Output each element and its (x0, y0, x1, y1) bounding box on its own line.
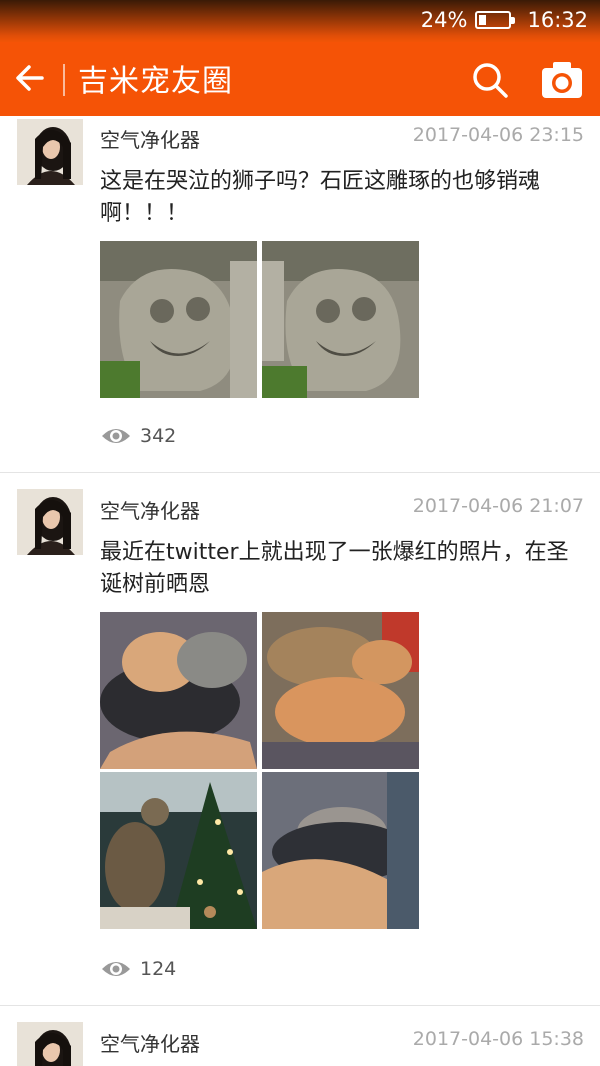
avatar[interactable] (17, 119, 83, 185)
avatar[interactable] (17, 1022, 83, 1066)
cat-photo[interactable] (100, 772, 257, 929)
battery-percent: 24% (420, 8, 468, 32)
stone-lion-photo[interactable] (100, 241, 257, 398)
view-count-value: 124 (140, 958, 177, 980)
view-count-value: 342 (140, 425, 177, 447)
avatar[interactable] (17, 489, 83, 555)
back-arrow-icon[interactable] (12, 60, 48, 96)
post-item[interactable]: 空气净化器 2017-04-06 21:07 最近在twitter上就出现了一张… (0, 473, 600, 1006)
status-bar: 24% 16:32 (0, 0, 600, 42)
username[interactable]: 空气净化器 (100, 124, 200, 153)
battery-icon (475, 11, 516, 29)
post-text: 这是在哭泣的狮子吗？石匠这雕琢的也够销魂啊！！！ (100, 169, 541, 226)
post-text: 最近在twitter上就出现了一张爆红的照片，在圣诞树前晒恩 (100, 540, 569, 597)
cat-photo[interactable] (262, 772, 419, 929)
eye-icon (102, 429, 130, 443)
post-item[interactable]: 空气净化器 2017-04-06 15:38 (0, 1006, 600, 1066)
timestamp: 2017-04-06 21:07 (412, 495, 584, 517)
username[interactable]: 空气净化器 (100, 495, 200, 524)
timestamp: 2017-04-06 15:38 (412, 1028, 584, 1050)
cat-photo[interactable] (262, 612, 419, 769)
app-bar: 吉米宠友圈 (0, 42, 600, 116)
camera-icon[interactable] (540, 60, 584, 100)
eye-icon (102, 962, 130, 976)
view-count: 124 (100, 957, 176, 981)
title-divider (63, 64, 65, 96)
view-count: 342 (100, 424, 176, 448)
page-title: 吉米宠友圈 (78, 64, 233, 99)
cat-photo[interactable] (100, 612, 257, 769)
timestamp: 2017-04-06 23:15 (412, 124, 584, 146)
status-time: 16:32 (527, 8, 588, 32)
post-item[interactable]: 空气净化器 2017-04-06 23:15 这是在哭泣的狮子吗？石匠这雕琢的也… (0, 116, 600, 473)
stone-lion-photo[interactable] (262, 241, 419, 398)
search-icon[interactable] (470, 60, 510, 100)
username[interactable]: 空气净化器 (100, 1028, 200, 1057)
feed-list[interactable]: 空气净化器 2017-04-06 23:15 这是在哭泣的狮子吗？石匠这雕琢的也… (0, 116, 600, 1066)
